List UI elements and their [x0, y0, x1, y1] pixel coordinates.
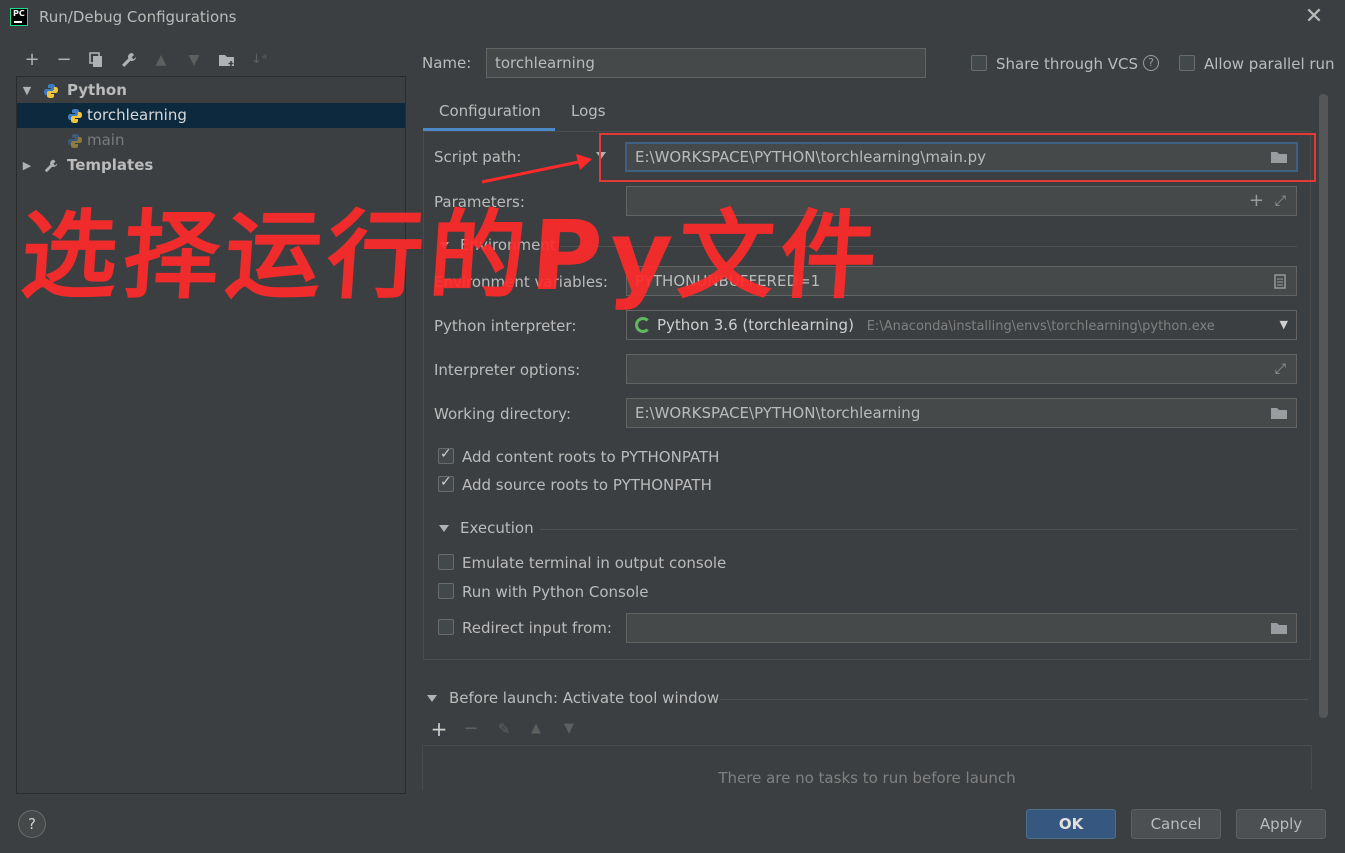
scrollbar[interactable]	[1319, 94, 1328, 718]
tree-group-python-label: Python	[67, 81, 127, 99]
window-title: Run/Debug Configurations	[39, 8, 237, 26]
move-up-icon: ▲	[531, 721, 541, 736]
name-input[interactable]: torchlearning	[486, 48, 926, 78]
pycharm-app-icon: PC	[10, 8, 28, 26]
collapse-arrow-icon[interactable]: ▶	[21, 153, 33, 178]
tree-group-templates-label: Templates	[67, 156, 154, 174]
execution-collapse-icon[interactable]	[439, 525, 449, 532]
apply-button[interactable]: Apply	[1236, 809, 1326, 839]
help-icon[interactable]: ?	[1143, 55, 1159, 71]
tree-item-label: torchlearning	[87, 106, 187, 124]
run-with-console-checkbox[interactable]	[438, 583, 454, 599]
ok-button[interactable]: OK	[1026, 809, 1116, 839]
name-label: Name:	[422, 54, 472, 72]
python-icon	[68, 109, 82, 123]
new-folder-icon[interactable]	[216, 49, 238, 71]
edit-task-icon: ✎	[497, 720, 511, 738]
tree-item-main[interactable]: main	[17, 128, 405, 153]
redirect-input-label: Redirect input from:	[462, 619, 612, 637]
annotation-highlight-box	[599, 133, 1316, 182]
add-content-roots-checkbox[interactable]	[438, 446, 454, 464]
separator	[720, 699, 1308, 700]
interpreter-options-label: Interpreter options:	[434, 361, 581, 379]
before-launch-title: Before launch: Activate tool window	[449, 689, 720, 707]
add-source-roots-checkbox[interactable]	[438, 474, 454, 492]
tab-configuration[interactable]: Configuration	[439, 100, 541, 130]
interpreter-name: Python 3.6 (torchlearning)	[657, 316, 854, 334]
add-task-icon[interactable]: +	[428, 718, 450, 740]
before-launch-collapse-icon[interactable]	[427, 695, 437, 702]
redirect-input-checkbox[interactable]	[438, 619, 454, 635]
add-content-roots-label: Add content roots to PYTHONPATH	[462, 448, 720, 466]
folder-icon[interactable]	[1270, 399, 1288, 427]
execution-section-title: Execution	[460, 519, 534, 537]
sort-icon: ↓ᵃ	[251, 52, 267, 67]
chevron-down-icon[interactable]: ▼	[1280, 311, 1288, 339]
expand-icon[interactable]: ⤢	[1275, 355, 1286, 383]
tasks-empty-text: There are no tasks to run before launch	[718, 769, 1016, 787]
add-icon[interactable]: +	[21, 49, 43, 71]
tree-item-torchlearning[interactable]: torchlearning	[17, 103, 405, 128]
remove-icon[interactable]: −	[53, 49, 75, 71]
interpreter-path: E:\Anaconda\installing\envs\torchlearnin…	[866, 319, 1215, 334]
copy-icon[interactable]	[85, 49, 107, 71]
add-source-roots-label: Add source roots to PYTHONPATH	[462, 476, 712, 494]
emulate-terminal-checkbox[interactable]	[438, 554, 454, 570]
remove-task-icon: −	[463, 718, 479, 739]
cancel-button[interactable]: Cancel	[1131, 809, 1221, 839]
emulate-terminal-label: Emulate terminal in output console	[462, 554, 727, 572]
share-vcs-checkbox[interactable]	[971, 55, 987, 71]
working-dir-input[interactable]: E:\WORKSPACE\PYTHON\torchlearning	[626, 398, 1297, 428]
python-icon	[44, 84, 58, 98]
allow-parallel-label: Allow parallel run	[1204, 55, 1335, 73]
wrench-icon[interactable]	[118, 49, 140, 71]
working-dir-label: Working directory:	[434, 405, 572, 423]
tree-group-python[interactable]: ▼ Python	[17, 78, 405, 103]
expand-arrow-icon[interactable]: ▼	[21, 78, 33, 103]
separator	[540, 529, 1297, 530]
tree-group-templates[interactable]: ▶ Templates	[17, 153, 405, 178]
annotation-text: 选择运行的Py文件	[17, 200, 887, 312]
interpreter-status-icon	[635, 317, 651, 333]
folder-icon[interactable]	[1270, 614, 1288, 642]
move-up-icon: ▲	[155, 52, 167, 68]
redirect-input-field[interactable]	[626, 613, 1297, 643]
python-icon	[68, 134, 82, 148]
interpreter-label: Python interpreter:	[434, 317, 577, 335]
document-icon[interactable]	[1274, 267, 1286, 295]
tree-item-label: main	[87, 131, 125, 149]
allow-parallel-checkbox[interactable]	[1179, 55, 1195, 71]
working-dir-value: E:\WORKSPACE\PYTHON\torchlearning	[635, 404, 921, 422]
share-vcs-label: Share through VCS	[996, 55, 1139, 73]
run-with-console-label: Run with Python Console	[462, 583, 649, 601]
expand-icon[interactable]: ⤢	[1275, 187, 1286, 215]
tab-logs[interactable]: Logs	[571, 100, 606, 130]
close-icon[interactable]: ✕	[1303, 6, 1325, 28]
wrench-icon	[44, 159, 58, 173]
interpreter-options-input[interactable]: ⤢	[626, 354, 1297, 384]
add-icon[interactable]: +	[1249, 187, 1264, 215]
move-down-icon: ▼	[564, 721, 574, 736]
move-down-icon: ▼	[188, 52, 200, 68]
help-icon[interactable]: ?	[18, 810, 46, 838]
